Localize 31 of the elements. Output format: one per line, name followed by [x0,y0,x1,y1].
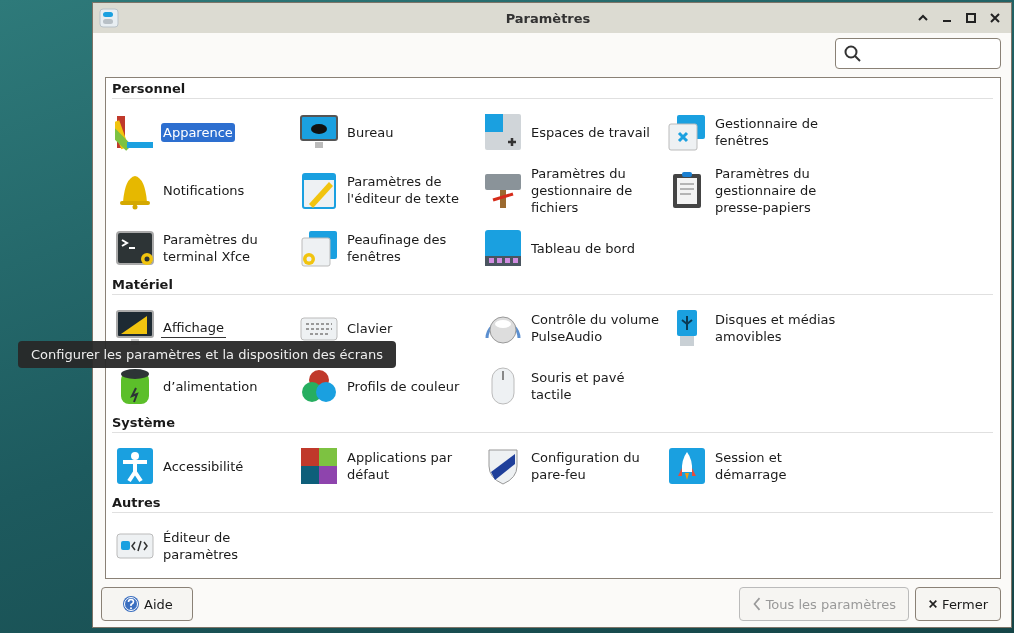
settings-item-link[interactable]: Apparence [161,122,235,142]
settings-item-link[interactable]: Accessibilité [161,456,246,476]
section-heading: Autres [112,495,993,513]
settings-item-link[interactable]: Paramètres de l'éditeur de texte [345,172,479,208]
window-title: Paramètres [504,10,592,26]
settings-item-link[interactable]: Éditeur de paramètres [161,528,295,564]
section-heading: Matériel [112,277,993,295]
tooltip: Configurer les paramètres et la disposition des écrans [18,341,397,368]
settings-item-link[interactable]: d’alimentation [161,376,260,396]
section-heading: Système [112,415,993,433]
settings-item-link[interactable]: Tableau de bord [529,238,637,258]
settings-item-link[interactable]: Disques et médias amovibles [713,310,847,346]
settings-item-link[interactable]: Espaces de travail [529,122,652,142]
settings-item-link[interactable]: Session et démarrage [713,448,847,484]
settings-item-link[interactable]: Paramètres du gestionnaire de fichiers [529,163,663,217]
section-heading: Personnel [112,81,993,99]
settings-item-link[interactable]: Gestionnaire de fenêtres [713,114,847,150]
settings-item-link[interactable]: Clavier [345,318,395,338]
settings-item-link[interactable]: Bureau [345,122,396,142]
settings-item-link[interactable]: Applications par défaut [345,448,479,484]
settings-item-link[interactable]: Profils de couleur [345,376,462,396]
settings-item-link[interactable]: Configuration du pare-feu [529,448,663,484]
settings-item-link[interactable]: Souris et pavé tactile [529,368,663,404]
settings-item-link[interactable]: Contrôle du volume PulseAudio [529,310,663,346]
settings-item-link[interactable]: Affichage [161,318,227,338]
settings-item-link[interactable]: Peaufinage des fenêtres [345,230,479,266]
settings-item-link[interactable]: Paramètres du terminal Xfce [161,230,295,266]
close-button[interactable]: Fermer [915,587,1001,621]
settings-item-link[interactable]: Paramètres du gestionnaire de presse-papiers [713,163,847,217]
help-button[interactable]: Aide [101,587,193,621]
settings-item-link[interactable]: Notifications [161,180,247,200]
